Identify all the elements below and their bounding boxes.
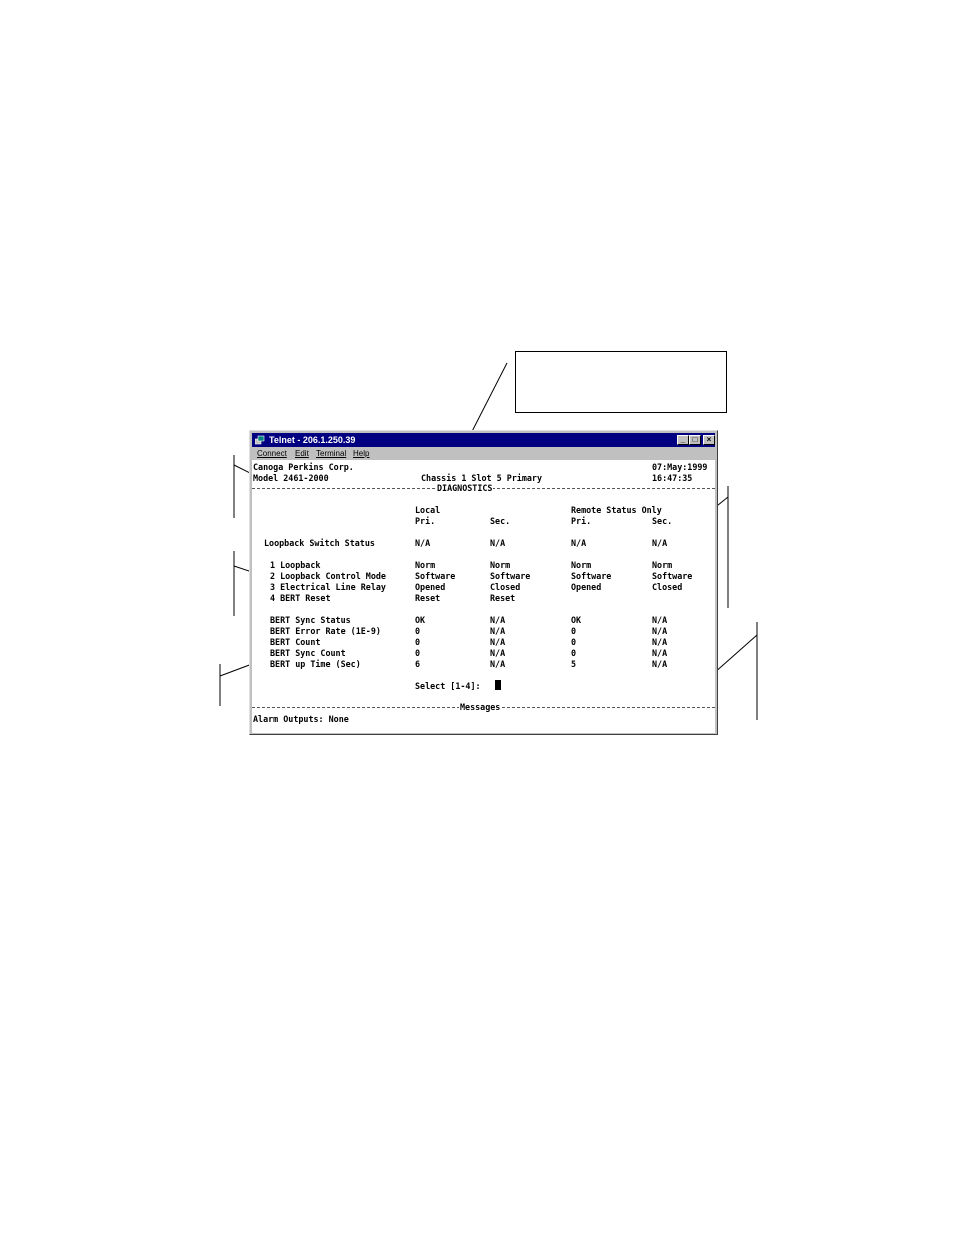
local-group-header: Local bbox=[415, 505, 441, 515]
callout-box bbox=[515, 351, 727, 413]
terminal-screen[interactable]: Canoga Perkins Corp. 07:May:1999 Model 2… bbox=[252, 460, 715, 733]
bert-value: 5 bbox=[571, 659, 577, 669]
option-value: Opened bbox=[415, 582, 446, 592]
telnet-window: Telnet - 206.1.250.39 _ □ × Connect Edit… bbox=[249, 430, 718, 735]
option-value: Closed bbox=[490, 582, 521, 592]
company-name: Canoga Perkins Corp. bbox=[253, 462, 354, 472]
bert-error-rate-label: BERT Error Rate (1E-9) bbox=[270, 626, 381, 636]
maximize-button[interactable]: □ bbox=[689, 435, 701, 445]
bert-value: 6 bbox=[415, 659, 421, 669]
option-value: Norm bbox=[490, 560, 511, 570]
option-value: Software bbox=[490, 571, 531, 581]
switch-status-label: Loopback Switch Status bbox=[264, 538, 375, 548]
bert-value: 0 bbox=[571, 637, 577, 647]
option-value: Norm bbox=[571, 560, 592, 570]
chassis-slot: Chassis 1 Slot 5 Primary bbox=[421, 473, 543, 483]
option-value: Reset bbox=[490, 593, 516, 603]
diagnostics-title: DIAGNOSTICS bbox=[436, 483, 494, 493]
bert-value: N/A bbox=[490, 626, 506, 636]
menu-bar: Connect Edit Terminal Help bbox=[252, 448, 715, 460]
messages-title: Messages bbox=[459, 702, 502, 712]
bert-value: N/A bbox=[490, 637, 506, 647]
close-button[interactable]: × bbox=[703, 435, 715, 445]
title-bar[interactable]: Telnet - 206.1.250.39 _ □ × bbox=[252, 433, 715, 447]
menu-connect[interactable]: Connect bbox=[257, 448, 287, 460]
menu-edit[interactable]: Edit bbox=[295, 448, 309, 460]
option-value: Software bbox=[415, 571, 456, 581]
option-value: Reset bbox=[415, 593, 441, 603]
bert-sync-status-label: BERT Sync Status bbox=[270, 615, 351, 625]
switch-status-value: N/A bbox=[652, 538, 668, 548]
col-header-remote-sec: Sec. bbox=[652, 516, 673, 526]
bert-value: N/A bbox=[490, 615, 506, 625]
bert-value: 0 bbox=[415, 626, 421, 636]
col-header-remote-pri: Pri. bbox=[571, 516, 592, 526]
telnet-app-icon bbox=[255, 435, 265, 445]
bert-up-time-label: BERT up Time (Sec) bbox=[270, 659, 361, 669]
switch-status-value: N/A bbox=[415, 538, 431, 548]
window-title: Telnet - 206.1.250.39 bbox=[269, 435, 356, 445]
option-loopback-control-mode[interactable]: 2 Loopback Control Mode bbox=[270, 571, 386, 581]
date-display: 07:May:1999 bbox=[652, 462, 708, 472]
bert-value: N/A bbox=[490, 648, 506, 658]
bert-value: 0 bbox=[571, 648, 577, 658]
minimize-button[interactable]: _ bbox=[677, 435, 689, 445]
bert-value: OK bbox=[415, 615, 426, 625]
callout-leader-bert bbox=[219, 663, 253, 677]
model-number: Model 2461-2000 bbox=[253, 473, 329, 483]
bert-value: OK bbox=[571, 615, 582, 625]
option-value: Software bbox=[652, 571, 693, 581]
bert-count-label: BERT Count bbox=[270, 637, 321, 647]
bert-value: 0 bbox=[415, 637, 421, 647]
bert-sync-count-label: BERT Sync Count bbox=[270, 648, 346, 658]
menu-terminal[interactable]: Terminal bbox=[316, 448, 346, 460]
col-header-local-sec: Sec. bbox=[490, 516, 511, 526]
maximize-icon: □ bbox=[692, 435, 698, 444]
remote-group-header: Remote Status Only bbox=[571, 505, 662, 515]
minimize-icon: _ bbox=[680, 435, 686, 444]
select-prompt: Select [1-4]: bbox=[415, 681, 481, 691]
alarm-outputs: Alarm Outputs: None bbox=[253, 714, 349, 724]
option-loopback[interactable]: 1 Loopback bbox=[270, 560, 320, 570]
option-electrical-line-relay[interactable]: 3 Electrical Line Relay bbox=[270, 582, 386, 592]
bert-value: N/A bbox=[652, 637, 668, 647]
option-value: Opened bbox=[571, 582, 602, 592]
bert-value: N/A bbox=[652, 626, 668, 636]
time-display: 16:47:35 bbox=[652, 473, 693, 483]
option-bert-reset[interactable]: 4 BERT Reset bbox=[270, 593, 331, 603]
switch-status-value: N/A bbox=[571, 538, 587, 548]
option-value: Norm bbox=[652, 560, 673, 570]
switch-status-value: N/A bbox=[490, 538, 506, 548]
bert-value: 0 bbox=[415, 648, 421, 658]
menu-help[interactable]: Help bbox=[353, 448, 369, 460]
option-value: Software bbox=[571, 571, 612, 581]
bert-value: 0 bbox=[571, 626, 577, 636]
bert-value: N/A bbox=[652, 615, 668, 625]
option-value: Closed bbox=[652, 582, 683, 592]
bert-value: N/A bbox=[652, 648, 668, 658]
text-cursor[interactable] bbox=[495, 680, 501, 690]
bert-value: N/A bbox=[490, 659, 506, 669]
option-value: Norm bbox=[415, 560, 436, 570]
close-icon: × bbox=[706, 435, 712, 444]
bert-value: N/A bbox=[652, 659, 668, 669]
col-header-local-pri: Pri. bbox=[415, 516, 436, 526]
